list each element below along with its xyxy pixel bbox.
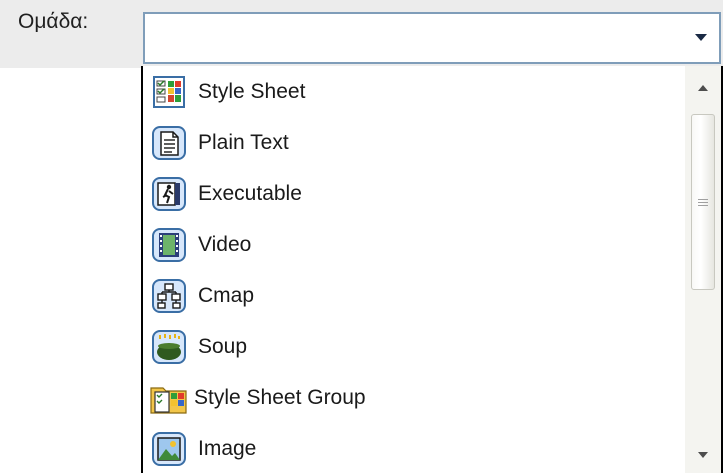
style-sheet-group-icon xyxy=(149,378,189,418)
option-label: Executable xyxy=(198,181,302,205)
option-soup[interactable]: Soup xyxy=(145,321,685,372)
group-field-label: Ομάδα: xyxy=(18,10,89,33)
video-icon xyxy=(149,225,189,265)
group-combobox[interactable] xyxy=(143,12,721,64)
soup-icon xyxy=(149,327,189,367)
option-label: Plain Text xyxy=(198,130,289,154)
option-list: Style Sheet Plain Text Executable Video … xyxy=(145,66,685,473)
executable-icon xyxy=(149,174,189,214)
combobox-dropdown-button[interactable] xyxy=(683,14,719,62)
vertical-scrollbar[interactable] xyxy=(685,66,721,473)
option-executable[interactable]: Executable xyxy=(145,168,685,219)
style-sheet-icon xyxy=(149,72,189,112)
plain-text-icon xyxy=(149,123,189,163)
arrow-up-icon xyxy=(698,85,708,91)
group-selector-window: Ομάδα: Style Sheet Plain Text Executable… xyxy=(0,0,723,473)
image-icon xyxy=(149,429,189,469)
option-label: Style Sheet Group xyxy=(194,385,366,409)
option-plain-text[interactable]: Plain Text xyxy=(145,117,685,168)
option-cmap[interactable]: Cmap xyxy=(145,270,685,321)
option-label: Video xyxy=(198,232,252,256)
scroll-down-button[interactable] xyxy=(685,437,721,473)
scroll-up-button[interactable] xyxy=(685,70,721,106)
option-label: Soup xyxy=(198,334,248,358)
option-label: Style Sheet xyxy=(198,79,306,103)
scrollbar-thumb[interactable] xyxy=(691,114,715,290)
option-style-sheet-group[interactable]: Style Sheet Group xyxy=(145,372,685,423)
option-style-sheet[interactable]: Style Sheet xyxy=(145,66,685,117)
chevron-down-icon xyxy=(695,34,707,41)
group-dropdown-list[interactable]: Style Sheet Plain Text Executable Video … xyxy=(141,66,723,473)
cmap-icon xyxy=(149,276,189,316)
option-label: Cmap xyxy=(198,283,255,307)
thumb-grip-icon xyxy=(698,197,708,208)
option-image[interactable]: Image xyxy=(145,423,685,473)
option-label: Image xyxy=(198,436,257,460)
arrow-down-icon xyxy=(698,452,708,458)
option-video[interactable]: Video xyxy=(145,219,685,270)
